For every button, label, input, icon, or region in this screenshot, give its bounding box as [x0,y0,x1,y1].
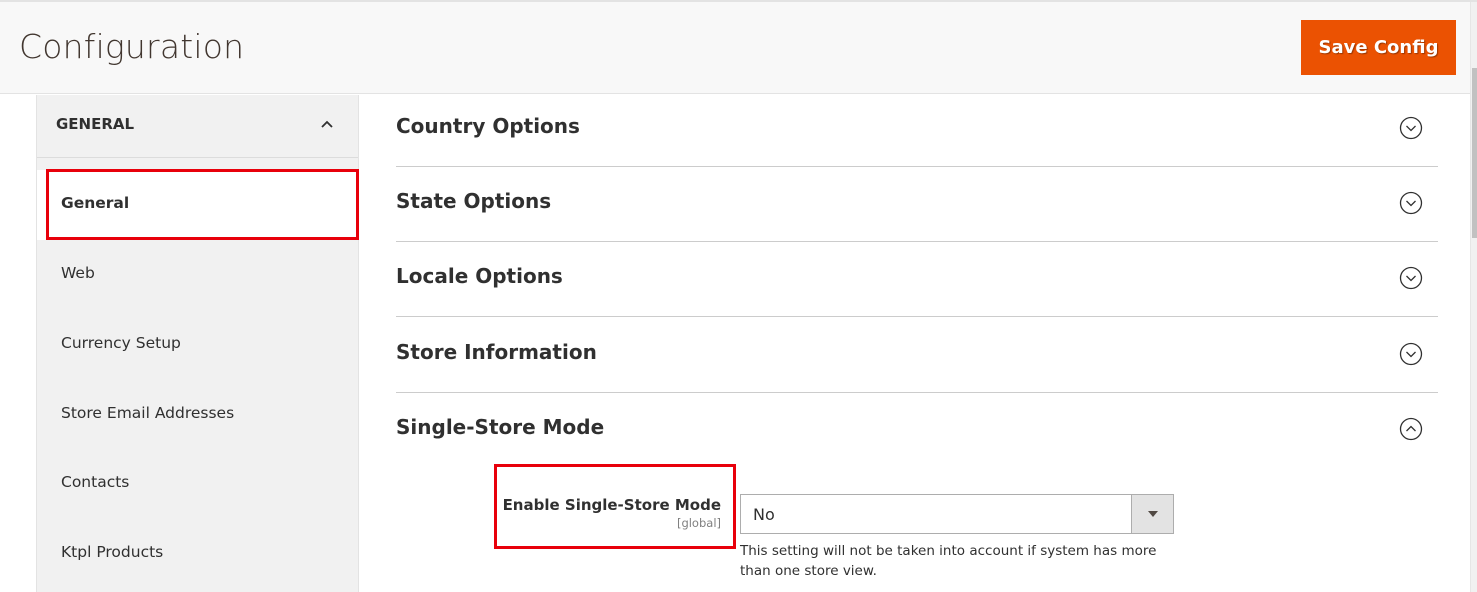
section-store-information[interactable]: Store Information [396,318,1438,393]
sidebar-group-label: GENERAL [56,115,135,133]
sidebar-item-label: Ktpl Products [61,543,164,561]
sidebar-item-label: Contacts [61,473,130,491]
chevron-down-circle-icon [1399,266,1423,290]
page-title: Configuration [19,27,245,66]
enable-single-store-mode-label: Enable Single-Store Mode [502,496,721,514]
sidebar-item-currency-setup[interactable]: Currency Setup [37,310,358,380]
chevron-up-circle-icon [1399,417,1423,441]
section-title: Country Options [396,114,580,138]
enable-single-store-mode-select[interactable]: No [740,494,1174,534]
chevron-down-circle-icon [1399,342,1423,366]
config-sidebar: GENERAL General Web Currency Setup Store… [36,95,359,592]
section-locale-options[interactable]: Locale Options [396,242,1438,317]
save-config-button[interactable]: Save Config [1301,20,1456,75]
section-title: State Options [396,189,552,213]
dropdown-arrow-icon[interactable] [1131,495,1173,533]
sidebar-item-web[interactable]: Web [37,240,358,310]
sidebar-item-general[interactable]: General [37,170,358,240]
field-note: This setting will not be taken into acco… [740,543,1157,579]
sidebar-group-general[interactable]: GENERAL [37,95,358,158]
chevron-down-circle-icon [1399,191,1423,215]
scrollbar-thumb[interactable] [1472,68,1477,238]
page-header: Configuration Save Config [0,2,1470,94]
section-title: Single-Store Mode [396,415,605,439]
section-title: Locale Options [396,264,563,288]
select-value: No [753,505,775,524]
chevron-up-icon [321,120,333,128]
sidebar-item-store-email-addresses[interactable]: Store Email Addresses [37,380,358,450]
sidebar-item-label: Web [61,264,95,282]
scrollbar[interactable] [1470,2,1477,592]
sidebar-item-label: General [61,194,130,212]
section-country-options[interactable]: Country Options [396,92,1438,167]
sidebar-item-ktpl-products[interactable]: Ktpl Products [37,519,358,589]
chevron-down-circle-icon [1399,116,1423,140]
sidebar-item-label: Currency Setup [61,334,181,352]
section-title: Store Information [396,340,597,364]
sidebar-item-contacts[interactable]: Contacts [37,449,358,519]
scope-label: [global] [676,516,721,530]
section-state-options[interactable]: State Options [396,167,1438,242]
sidebar-item-label: Store Email Addresses [61,404,235,422]
section-single-store-mode[interactable]: Single-Store Mode [396,393,1438,468]
